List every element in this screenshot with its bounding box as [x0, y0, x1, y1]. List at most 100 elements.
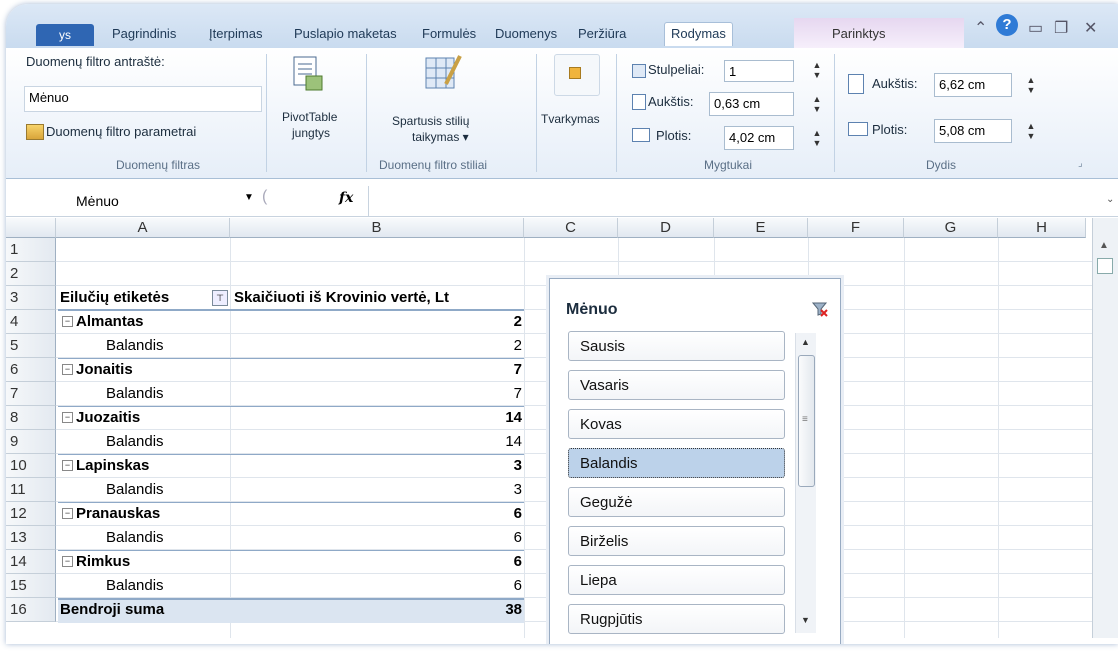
pivot-row-label[interactable]: Almantas [76, 314, 226, 330]
pivot-row-label[interactable]: Balandis [106, 482, 226, 498]
slicer-item[interactable]: Gegužė [568, 487, 785, 517]
pivot-row-label[interactable]: Rimkus [76, 554, 226, 570]
pivot-row-label[interactable]: Balandis [106, 530, 226, 546]
pivot-row-label[interactable]: Balandis [106, 578, 226, 594]
scroll-up-icon[interactable]: ▲ [1099, 240, 1109, 251]
tab-formulas[interactable]: Formulės [422, 26, 476, 41]
collapse-icon[interactable]: − [62, 316, 73, 327]
slicer-scroll-up-icon[interactable]: ▲ [801, 337, 810, 347]
columns-spinner[interactable]: ▲ ▼ [811, 60, 823, 80]
row-header[interactable]: 7 [6, 382, 56, 406]
slicer-item[interactable]: Sausis [568, 331, 785, 361]
column-header-c[interactable]: C [524, 218, 618, 238]
row-header[interactable]: 2 [6, 262, 56, 286]
row-header[interactable]: 13 [6, 526, 56, 550]
pivottable-connections-label-1[interactable]: PivotTable [282, 110, 337, 124]
row-header[interactable]: 15 [6, 574, 56, 598]
button-height-input[interactable]: 0,63 cm [709, 92, 794, 116]
caption-input[interactable]: Mėnuo [24, 86, 262, 112]
file-tab[interactable]: ys [36, 24, 94, 46]
slicer-scroll-thumb[interactable]: ≡ [798, 355, 815, 487]
tab-page-layout[interactable]: Puslapio maketas [294, 26, 397, 41]
column-header-b[interactable]: B [230, 218, 524, 238]
slicer-height-input[interactable]: 6,62 cm [934, 73, 1012, 97]
pivot-row-label[interactable]: Lapinskas [76, 458, 226, 474]
row-header[interactable]: 5 [6, 334, 56, 358]
minimize-icon[interactable]: ▭ [1028, 18, 1043, 38]
pivot-row-value[interactable]: 7 [234, 362, 522, 378]
button-width-spinner[interactable]: ▲ ▼ [811, 128, 823, 148]
pivot-row-label[interactable]: Pranauskas [76, 506, 226, 522]
pivot-row-value[interactable]: 6 [234, 554, 522, 570]
slicer-item[interactable]: Balandis [568, 448, 785, 478]
slicer-month[interactable]: Mėnuo Sausis Vasaris Kovas Balandis Gegužė Bi… [549, 278, 841, 644]
tab-view[interactable]: Rodymas [664, 22, 733, 46]
row-header[interactable]: 14 [6, 550, 56, 574]
slicer-scrollbar[interactable]: ▲ ≡ ▼ [795, 333, 816, 633]
tab-review[interactable]: Peržiūra [578, 26, 626, 41]
minimize-ribbon-icon[interactable]: ⌃ [974, 18, 987, 38]
select-all-corner[interactable] [6, 218, 56, 238]
arrange-label[interactable]: Tvarkymas [541, 112, 600, 126]
row-header[interactable]: 9 [6, 430, 56, 454]
quick-styles-label-1[interactable]: Spartusis stilių [392, 114, 469, 128]
quick-styles-label-2[interactable]: taikymas ▾ [412, 130, 469, 144]
slicer-width-spinner[interactable]: ▲ ▼ [1025, 121, 1037, 141]
collapse-icon[interactable]: − [62, 364, 73, 375]
pivot-row-value[interactable]: 14 [234, 434, 522, 450]
pivot-row-value[interactable]: 6 [234, 506, 522, 522]
close-icon[interactable]: ✕ [1084, 18, 1097, 38]
slicer-width-input[interactable]: 5,08 cm [934, 119, 1012, 143]
pivot-row-value[interactable]: 2 [234, 314, 522, 330]
collapse-icon[interactable]: − [62, 556, 73, 567]
insert-function-icon[interactable]: fx [339, 190, 353, 206]
name-box-dropdown-icon[interactable]: ▼ [244, 192, 254, 203]
split-box-icon[interactable] [1097, 258, 1113, 274]
grand-total-value[interactable]: 38 [234, 602, 522, 618]
slicer-scroll-down-icon[interactable]: ▼ [801, 615, 810, 625]
column-header-h[interactable]: H [998, 218, 1086, 238]
row-header[interactable]: 4 [6, 310, 56, 334]
column-header-e[interactable]: E [714, 218, 808, 238]
vertical-scrollbar[interactable]: ▲ [1092, 218, 1118, 638]
slicer-item[interactable]: Rugpjūtis [568, 604, 785, 634]
pivot-row-label[interactable]: Juozaitis [76, 410, 226, 426]
restore-icon[interactable]: ❐ [1054, 18, 1068, 38]
tab-insert[interactable]: Įterpimas [209, 26, 262, 41]
pivot-row-value[interactable]: 14 [234, 410, 522, 426]
context-tab-options[interactable]: Parinktys [794, 18, 964, 48]
pivot-row-labels-header[interactable]: Eilučių etiketės [60, 290, 230, 306]
pivot-row-value[interactable]: 2 [234, 338, 522, 354]
column-header-f[interactable]: F [808, 218, 904, 238]
pivot-row-value[interactable]: 6 [234, 578, 522, 594]
column-header-g[interactable]: G [904, 218, 998, 238]
row-header[interactable]: 6 [6, 358, 56, 382]
pivot-values-header[interactable]: Skaičiuoti iš Krovinio vertė, Lt [234, 290, 524, 306]
slicer-item[interactable]: Liepa [568, 565, 785, 595]
columns-input[interactable]: 1 [724, 60, 794, 82]
row-header[interactable]: 8 [6, 406, 56, 430]
row-header[interactable]: 11 [6, 478, 56, 502]
collapse-icon[interactable]: − [62, 412, 73, 423]
button-height-spinner[interactable]: ▲ ▼ [811, 94, 823, 114]
filter-dropdown-icon[interactable]: ⊤ [212, 290, 228, 306]
row-header[interactable]: 16 [6, 598, 56, 622]
slicer-item[interactable]: Vasaris [568, 370, 785, 400]
tab-home[interactable]: Pagrindinis [112, 26, 176, 41]
slicer-item[interactable]: Kovas [568, 409, 785, 439]
pivot-row-value[interactable]: 6 [234, 530, 522, 546]
name-box[interactable]: Mėnuo [76, 190, 256, 212]
row-header[interactable]: 10 [6, 454, 56, 478]
pivottable-connections-label-2[interactable]: jungtys [292, 126, 330, 140]
button-width-input[interactable]: 4,02 cm [724, 126, 794, 150]
column-header-d[interactable]: D [618, 218, 714, 238]
grand-total-label[interactable]: Bendroji suma [60, 602, 230, 618]
slicer-item[interactable]: Birželis [568, 526, 785, 556]
formula-bar-expand-icon[interactable]: ⌄ [1106, 194, 1114, 205]
pivot-row-value[interactable]: 3 [234, 482, 522, 498]
pivot-row-label[interactable]: Balandis [106, 434, 226, 450]
slicer-settings-button[interactable]: Duomenų filtro parametrai [46, 124, 196, 139]
row-header[interactable]: 1 [6, 238, 56, 262]
slicer-height-spinner[interactable]: ▲ ▼ [1025, 75, 1037, 95]
clear-filter-icon[interactable] [812, 301, 828, 317]
